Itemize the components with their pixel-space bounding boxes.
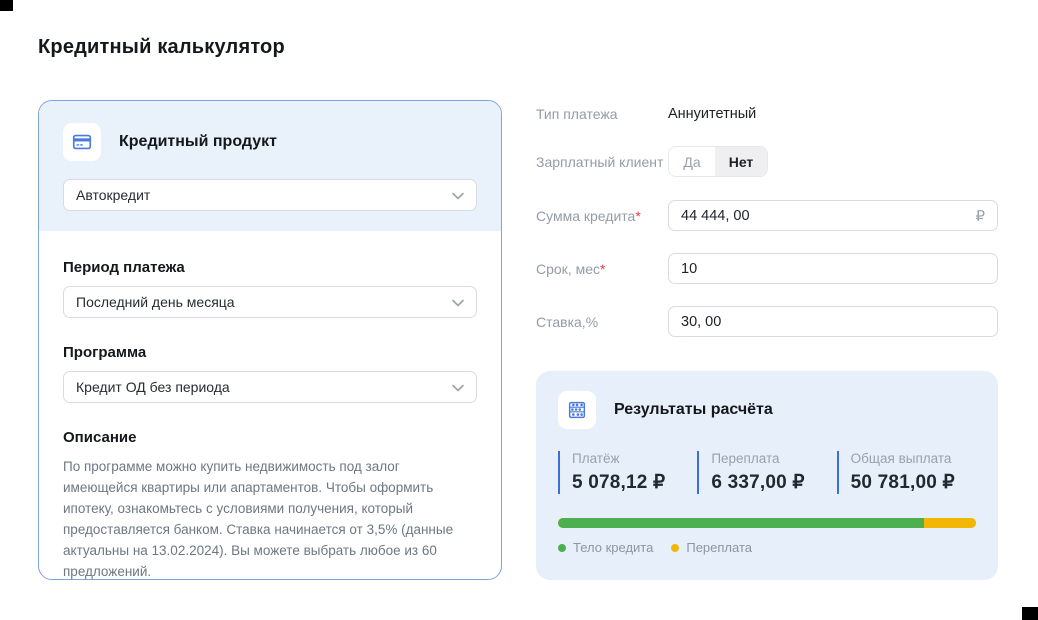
payment-type-value: Аннуитетный [668, 106, 756, 122]
abacus-icon [558, 391, 596, 429]
description-label: Описание [63, 429, 477, 446]
legend-item-principal: Тело кредита [558, 540, 653, 555]
period-select[interactable]: Последний день месяца [63, 286, 477, 318]
credit-card-icon [63, 123, 101, 161]
credit-product-card-header: Кредитный продукт Автокредит [39, 101, 501, 231]
loan-term-value: 10 [681, 261, 697, 277]
salary-client-row: Зарплатный клиент Да Нет [536, 146, 998, 177]
period-label: Период платежа [63, 259, 477, 276]
salary-client-toggle: Да Нет [668, 146, 768, 177]
salary-client-label: Зарплатный клиент [536, 154, 668, 170]
required-asterisk: * [600, 261, 605, 277]
loan-term-label: Срок, мес* [536, 260, 668, 277]
stat-label: Переплата [711, 451, 836, 466]
screen-corner-artifact [1022, 607, 1038, 620]
ruble-sign-icon: ₽ [975, 207, 985, 225]
credit-product-title: Кредитный продукт [119, 133, 277, 151]
stat-payment: Платёж 5 078,12 ₽ [558, 451, 697, 494]
loan-composition-bar [558, 518, 976, 528]
credit-product-card: Кредитный продукт Автокредит Период плат… [38, 100, 502, 580]
salary-client-option-no[interactable]: Нет [715, 147, 767, 176]
legend-dot [558, 544, 566, 552]
results-title: Результаты расчёта [614, 401, 773, 419]
results-stats: Платёж 5 078,12 ₽ Переплата 6 337,00 ₽ О… [558, 451, 976, 494]
interest-rate-value: 30, 00 [681, 314, 721, 330]
stat-value: 5 078,12 ₽ [572, 471, 697, 494]
legend-item-overpayment: Переплата [671, 540, 752, 555]
credit-product-card-body: Период платежа Последний день месяца Про… [39, 231, 501, 580]
program-select[interactable]: Кредит ОД без периода [63, 371, 477, 403]
salary-client-option-yes[interactable]: Да [669, 147, 715, 176]
product-select[interactable]: Автокредит [63, 179, 477, 211]
chevron-down-icon [452, 379, 464, 395]
loan-amount-row: Сумма кредита* 44 444, 00 ₽ [536, 200, 998, 231]
stat-label: Общая выплата [851, 451, 976, 466]
bar-legend: Тело кредита Переплата [558, 540, 976, 555]
loan-term-row: Срок, мес* 10 [536, 253, 998, 284]
program-label: Программа [63, 344, 477, 361]
payment-type-row: Тип платежа Аннуитетный [536, 106, 998, 122]
stat-value: 50 781,00 ₽ [851, 471, 976, 494]
stat-total-payout: Общая выплата 50 781,00 ₽ [837, 451, 976, 494]
loan-amount-value: 44 444, 00 [681, 208, 750, 224]
stat-overpayment: Переплата 6 337,00 ₽ [697, 451, 836, 494]
interest-rate-input[interactable]: 30, 00 [668, 306, 998, 337]
bar-overpayment-segment [924, 518, 976, 528]
loan-term-input[interactable]: 10 [668, 253, 998, 284]
description-text: По программе можно купить недвижимость п… [63, 456, 477, 580]
stat-value: 6 337,00 ₽ [711, 471, 836, 494]
stat-label: Платёж [572, 451, 697, 466]
chevron-down-icon [452, 187, 464, 203]
loan-amount-input[interactable]: 44 444, 00 ₽ [668, 200, 998, 231]
interest-rate-row: Ставка,% 30, 00 [536, 306, 998, 337]
period-select-value: Последний день месяца [76, 294, 235, 310]
page-title: Кредитный калькулятор [38, 36, 285, 59]
program-select-value: Кредит ОД без периода [76, 379, 230, 395]
required-asterisk: * [635, 208, 640, 224]
loan-amount-label: Сумма кредита* [536, 207, 668, 224]
results-card: Результаты расчёта Платёж 5 078,12 ₽ Пер… [536, 371, 998, 580]
bar-principal-segment [558, 518, 924, 528]
payment-type-label: Тип платежа [536, 106, 668, 122]
interest-rate-label: Ставка,% [536, 313, 668, 330]
screen-corner-artifact [0, 0, 13, 11]
legend-dot [671, 544, 679, 552]
chevron-down-icon [452, 294, 464, 310]
product-select-value: Автокредит [76, 187, 150, 203]
